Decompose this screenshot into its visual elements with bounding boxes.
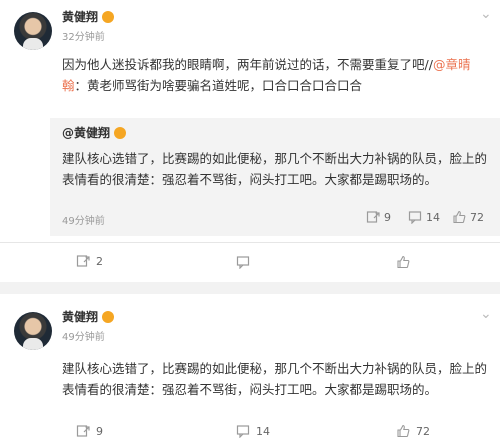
repost-count: 9 (96, 424, 103, 438)
like-icon[interactable] (396, 255, 410, 269)
repost-icon[interactable] (76, 424, 90, 438)
username[interactable]: 黄健翔 (62, 308, 98, 325)
verified-badge-icon (114, 126, 127, 139)
avatar[interactable] (14, 12, 52, 50)
repost-count: 9 (384, 210, 391, 224)
post-time: 49分钟前 (62, 332, 105, 343)
comment-icon[interactable] (236, 424, 250, 438)
quoted-text: 建队核心选错了，比赛踢的如此便秘，那几个不断出大力补锅的队员，脸上的表情看的很清… (62, 151, 488, 187)
comment-count: 14 (426, 210, 440, 224)
post-separator (0, 282, 500, 294)
quoted-post[interactable]: @黄健翔 建队核心选错了，比赛踢的如此便秘，那几个不断出大力补锅的队员，脸上的表… (50, 118, 500, 236)
like-count: 72 (416, 424, 430, 438)
post-text: 建队核心选错了，比赛踢的如此便秘，那几个不断出大力补锅的队员，脸上的表情看的很清… (62, 361, 488, 397)
comment-count: 14 (256, 424, 270, 438)
like-icon[interactable] (452, 210, 466, 224)
post-text-part: 因为他人迷投诉都我的眼睛啊，两年前说过的话，不需要重复了吧// (62, 57, 433, 72)
repost-icon[interactable] (76, 254, 90, 268)
post-text-part: ：黄老师骂街为啥要骗名道姓呢，口合口合口合口合 (74, 78, 363, 93)
post-time: 32分钟前 (62, 32, 105, 43)
verified-badge-icon (102, 310, 115, 323)
divider (0, 242, 500, 243)
post-text: 因为他人迷投诉都我的眼睛啊，两年前说过的话，不需要重复了吧//@章晴翰：黄老师骂… (62, 54, 492, 96)
comment-icon[interactable] (236, 255, 250, 269)
like-count: 72 (470, 210, 484, 224)
more-icon[interactable]: ⌄ (480, 306, 492, 322)
repost-icon[interactable] (366, 210, 380, 224)
username[interactable]: 黄健翔 (62, 8, 98, 25)
like-icon[interactable] (396, 424, 410, 438)
quoted-time: 49分钟前 (62, 216, 105, 227)
avatar[interactable] (14, 312, 52, 350)
repost-count: 2 (96, 254, 103, 268)
quoted-author[interactable]: @黄健翔 (62, 124, 110, 141)
comment-icon[interactable] (408, 210, 422, 224)
more-icon[interactable]: ⌄ (480, 6, 492, 22)
verified-badge-icon (102, 10, 115, 23)
